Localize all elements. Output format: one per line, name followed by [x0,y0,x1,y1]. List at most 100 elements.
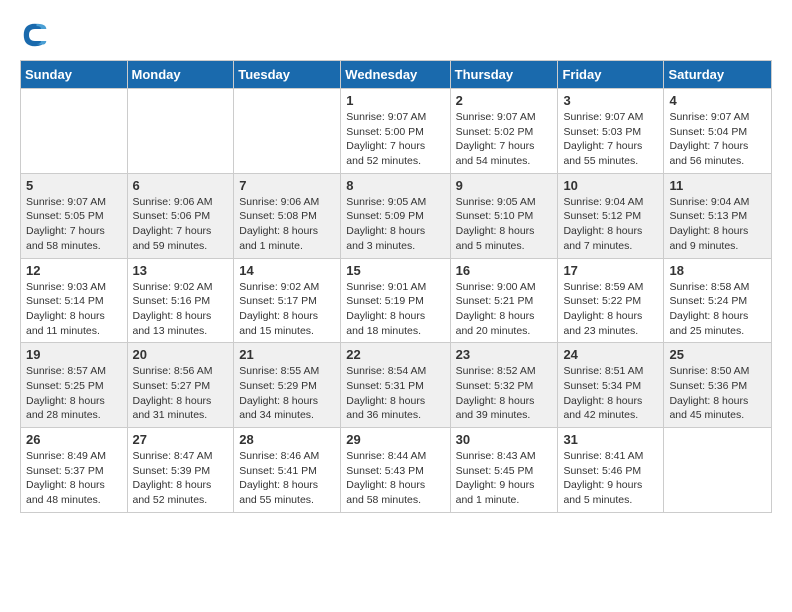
day-number: 23 [456,347,553,362]
day-info: Sunrise: 9:02 AM Sunset: 5:17 PM Dayligh… [239,280,335,339]
day-info: Sunrise: 8:46 AM Sunset: 5:41 PM Dayligh… [239,449,335,508]
calendar-cell: 19 Sunrise: 8:57 AM Sunset: 5:25 PM Dayli… [21,343,128,428]
calendar-cell: 5 Sunrise: 9:07 AM Sunset: 5:05 PM Daylig… [21,173,128,258]
calendar-cell: 17 Sunrise: 8:59 AM Sunset: 5:22 PM Dayli… [558,258,664,343]
calendar-cell: 20Sunrise: 8:56 AM Sunset: 5:27 PM Dayli… [127,343,234,428]
day-number: 13 [133,263,229,278]
day-info: Sunrise: 9:06 AM Sunset: 5:08 PM Dayligh… [239,195,335,254]
weekday-header-friday: Friday [558,61,664,89]
day-number: 11 [669,178,766,193]
calendar-cell [127,89,234,174]
logo [20,20,52,50]
calendar-cell: 31Sunrise: 8:41 AM Sunset: 5:46 PM Dayli… [558,428,664,513]
day-info: Sunrise: 8:55 AM Sunset: 5:29 PM Dayligh… [239,364,335,423]
day-info: Sunrise: 8:57 AM Sunset: 5:25 PM Dayligh… [26,364,122,423]
calendar-week-5: 26 Sunrise: 8:49 AM Sunset: 5:37 PM Dayli… [21,428,772,513]
day-info: Sunrise: 8:59 AM Sunset: 5:22 PM Dayligh… [563,280,658,339]
day-info: Sunrise: 9:01 AM Sunset: 5:19 PM Dayligh… [346,280,444,339]
day-info: Sunrise: 9:04 AM Sunset: 5:12 PM Dayligh… [563,195,658,254]
day-info: Sunrise: 8:49 AM Sunset: 5:37 PM Dayligh… [26,449,122,508]
calendar-table: SundayMondayTuesdayWednesdayThursdayFrid… [20,60,772,513]
weekday-header-saturday: Saturday [664,61,772,89]
day-number: 16 [456,263,553,278]
day-number: 28 [239,432,335,447]
calendar-cell: 10 Sunrise: 9:04 AM Sunset: 5:12 PM Dayli… [558,173,664,258]
calendar-cell [664,428,772,513]
day-info: Sunrise: 9:02 AM Sunset: 5:16 PM Dayligh… [133,280,229,339]
day-number: 2 [456,93,553,108]
day-number: 1 [346,93,444,108]
day-number: 30 [456,432,553,447]
day-info: Sunrise: 9:06 AM Sunset: 5:06 PM Dayligh… [133,195,229,254]
day-number: 27 [133,432,229,447]
calendar-cell: 25Sunrise: 8:50 AM Sunset: 5:36 PM Dayli… [664,343,772,428]
calendar-cell: 23 Sunrise: 8:52 AM Sunset: 5:32 PM Dayli… [450,343,558,428]
calendar-cell: 11 Sunrise: 9:04 AM Sunset: 5:13 PM Dayli… [664,173,772,258]
calendar-cell [234,89,341,174]
day-number: 14 [239,263,335,278]
day-number: 8 [346,178,444,193]
calendar-week-1: 1 Sunrise: 9:07 AM Sunset: 5:00 PM Daylig… [21,89,772,174]
calendar-cell: 1 Sunrise: 9:07 AM Sunset: 5:00 PM Daylig… [341,89,450,174]
day-number: 25 [669,347,766,362]
calendar-cell: 15 Sunrise: 9:01 AM Sunset: 5:19 PM Dayli… [341,258,450,343]
calendar-cell: 9 Sunrise: 9:05 AM Sunset: 5:10 PM Daylig… [450,173,558,258]
weekday-header-thursday: Thursday [450,61,558,89]
weekday-header-wednesday: Wednesday [341,61,450,89]
day-info: Sunrise: 9:07 AM Sunset: 5:00 PM Dayligh… [346,110,444,169]
calendar-cell: 30 Sunrise: 8:43 AM Sunset: 5:45 PM Dayli… [450,428,558,513]
calendar-cell: 27Sunrise: 8:47 AM Sunset: 5:39 PM Dayli… [127,428,234,513]
calendar-cell: 22 Sunrise: 8:54 AM Sunset: 5:31 PM Dayli… [341,343,450,428]
day-info: Sunrise: 9:05 AM Sunset: 5:09 PM Dayligh… [346,195,444,254]
day-number: 10 [563,178,658,193]
calendar-cell: 29Sunrise: 8:44 AM Sunset: 5:43 PM Dayli… [341,428,450,513]
calendar-cell: 21Sunrise: 8:55 AM Sunset: 5:29 PM Dayli… [234,343,341,428]
calendar-cell: 4 Sunrise: 9:07 AM Sunset: 5:04 PM Daylig… [664,89,772,174]
page-header [20,20,772,50]
day-info: Sunrise: 9:07 AM Sunset: 5:05 PM Dayligh… [26,195,122,254]
day-info: Sunrise: 8:54 AM Sunset: 5:31 PM Dayligh… [346,364,444,423]
day-number: 17 [563,263,658,278]
day-info: Sunrise: 8:52 AM Sunset: 5:32 PM Dayligh… [456,364,553,423]
calendar-cell: 18Sunrise: 8:58 AM Sunset: 5:24 PM Dayli… [664,258,772,343]
day-number: 26 [26,432,122,447]
day-info: Sunrise: 8:43 AM Sunset: 5:45 PM Dayligh… [456,449,553,508]
day-info: Sunrise: 8:51 AM Sunset: 5:34 PM Dayligh… [563,364,658,423]
day-number: 22 [346,347,444,362]
day-info: Sunrise: 9:00 AM Sunset: 5:21 PM Dayligh… [456,280,553,339]
day-number: 5 [26,178,122,193]
weekday-header-tuesday: Tuesday [234,61,341,89]
day-number: 19 [26,347,122,362]
day-number: 18 [669,263,766,278]
calendar-cell: 14 Sunrise: 9:02 AM Sunset: 5:17 PM Dayli… [234,258,341,343]
calendar-cell [21,89,128,174]
weekday-header-sunday: Sunday [21,61,128,89]
weekday-header-row: SundayMondayTuesdayWednesdayThursdayFrid… [21,61,772,89]
day-info: Sunrise: 9:07 AM Sunset: 5:04 PM Dayligh… [669,110,766,169]
day-info: Sunrise: 9:05 AM Sunset: 5:10 PM Dayligh… [456,195,553,254]
day-number: 3 [563,93,658,108]
calendar-week-3: 12Sunrise: 9:03 AM Sunset: 5:14 PM Dayli… [21,258,772,343]
calendar-cell: 24Sunrise: 8:51 AM Sunset: 5:34 PM Dayli… [558,343,664,428]
day-number: 6 [133,178,229,193]
day-number: 9 [456,178,553,193]
day-number: 7 [239,178,335,193]
calendar-cell: 2 Sunrise: 9:07 AM Sunset: 5:02 PM Daylig… [450,89,558,174]
day-info: Sunrise: 8:56 AM Sunset: 5:27 PM Dayligh… [133,364,229,423]
calendar-cell: 8 Sunrise: 9:05 AM Sunset: 5:09 PM Daylig… [341,173,450,258]
calendar-cell: 7 Sunrise: 9:06 AM Sunset: 5:08 PM Daylig… [234,173,341,258]
day-number: 12 [26,263,122,278]
calendar-week-2: 5 Sunrise: 9:07 AM Sunset: 5:05 PM Daylig… [21,173,772,258]
logo-icon [20,20,50,50]
day-info: Sunrise: 9:04 AM Sunset: 5:13 PM Dayligh… [669,195,766,254]
calendar-cell: 6 Sunrise: 9:06 AM Sunset: 5:06 PM Daylig… [127,173,234,258]
calendar-body: 1 Sunrise: 9:07 AM Sunset: 5:00 PM Daylig… [21,89,772,513]
calendar-cell: 16 Sunrise: 9:00 AM Sunset: 5:21 PM Dayli… [450,258,558,343]
calendar-cell: 13 Sunrise: 9:02 AM Sunset: 5:16 PM Dayli… [127,258,234,343]
day-info: Sunrise: 9:07 AM Sunset: 5:02 PM Dayligh… [456,110,553,169]
weekday-header-monday: Monday [127,61,234,89]
day-number: 15 [346,263,444,278]
day-info: Sunrise: 8:41 AM Sunset: 5:46 PM Dayligh… [563,449,658,508]
day-number: 4 [669,93,766,108]
calendar-header: SundayMondayTuesdayWednesdayThursdayFrid… [21,61,772,89]
